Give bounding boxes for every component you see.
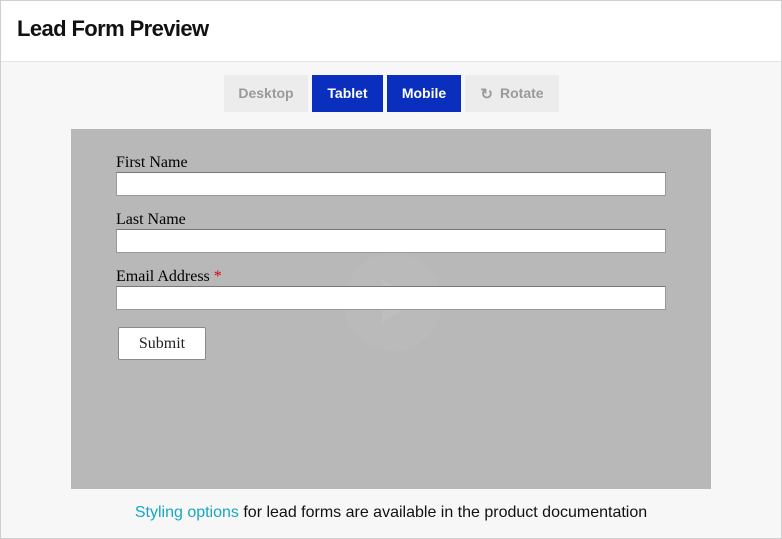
submit-button[interactable]: Submit: [118, 327, 206, 360]
first-name-input[interactable]: [116, 172, 666, 196]
device-toolbar: Desktop Tablet Mobile ↻ Rotate: [1, 75, 781, 112]
header-bar: Lead Form Preview: [1, 1, 781, 62]
footer-note: Styling options for lead forms are avail…: [1, 504, 781, 522]
refresh-icon: ↻: [480, 86, 493, 103]
footer-text: for lead forms are available in the prod…: [238, 504, 648, 521]
required-marker: *: [213, 268, 222, 285]
tablet-button[interactable]: Tablet: [312, 75, 383, 112]
styling-options-link[interactable]: Styling options: [135, 504, 239, 521]
first-name-label: First Name: [116, 154, 188, 171]
page-title: Lead Form Preview: [17, 16, 209, 41]
email-address-label: Email Address *: [116, 268, 222, 286]
desktop-button[interactable]: Desktop: [224, 75, 308, 112]
last-name-input[interactable]: [116, 229, 666, 253]
rotate-button[interactable]: ↻ Rotate: [465, 75, 559, 112]
lead-form-preview-panel: Lead Form Preview Desktop Tablet Mobile …: [0, 0, 782, 539]
mobile-button[interactable]: Mobile: [387, 75, 461, 112]
email-address-input[interactable]: [116, 286, 666, 310]
last-name-label: Last Name: [116, 211, 186, 228]
form-preview-area: First Name Last Name Email Address * Subm…: [71, 129, 711, 489]
rotate-label: Rotate: [500, 85, 544, 101]
email-label-text: Email Address: [116, 268, 210, 285]
